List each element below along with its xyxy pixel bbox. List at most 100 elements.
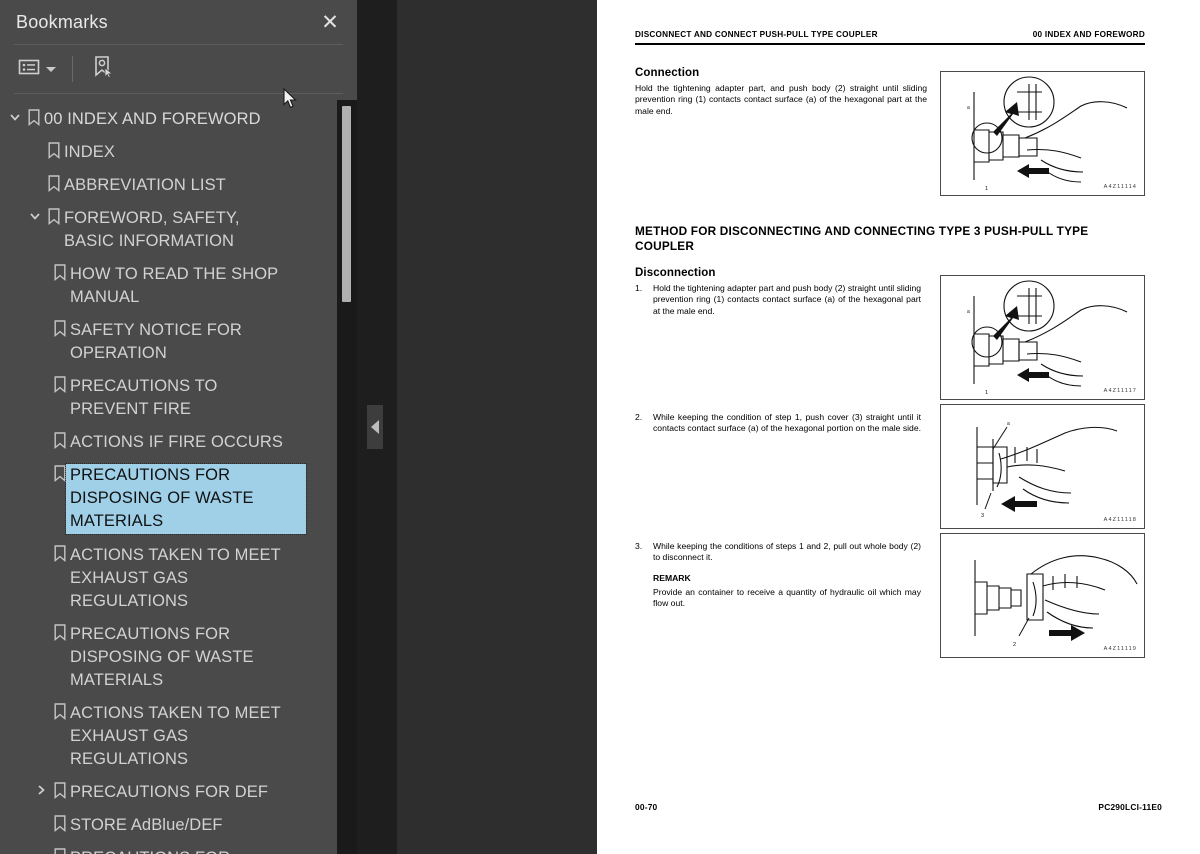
bookmarks-panel-header: Bookmarks ✕ (0, 0, 357, 44)
bookmarks-scrollbar[interactable] (337, 100, 357, 854)
bookmark-item[interactable]: PRECAUTIONS TO PREVENT FIRE (0, 370, 357, 426)
list-options-icon (18, 58, 40, 81)
step-text: While keeping the condition of step 1, p… (653, 412, 921, 434)
bookmark-icon (24, 108, 44, 126)
step-text: Hold the tightening adapter part and pus… (653, 283, 921, 316)
bookmark-label: ACTIONS TAKEN TO MEET EXHAUST GAS REGULA… (70, 704, 281, 768)
svg-text:a: a (1007, 421, 1010, 427)
model-code: PC290LCI-11E0 (1098, 802, 1162, 812)
bookmark-item[interactable]: ACTIONS TAKEN TO MEET EXHAUST GAS REGULA… (0, 697, 357, 776)
chevron-right-icon[interactable] (32, 781, 50, 796)
twisty-placeholder (6, 847, 24, 850)
figure-step-1: a 1 A4Z11117 (940, 275, 1145, 401)
bookmark-icon (50, 702, 70, 720)
twisty-placeholder (6, 814, 24, 817)
figure-connection: a 1 A4Z11114 (940, 71, 1145, 197)
bookmark-item[interactable]: INDEX (0, 136, 357, 169)
viewer-gutter (357, 0, 597, 854)
coupler-hand-diagram: a 1 (967, 280, 1128, 396)
bookmark-label: PRECAUTIONS TO PREVENT FIRE (70, 377, 218, 418)
step-number: 1. (635, 283, 643, 294)
connection-body-text: Hold the tightening adapter part, and pu… (635, 83, 927, 116)
bookmark-icon (50, 847, 70, 854)
bookmark-label: 00 INDEX AND FOREWORD (44, 110, 261, 128)
bookmark-icon (44, 207, 64, 225)
twisty-placeholder (6, 544, 24, 547)
bookmark-label: ABBREVIATION LIST (64, 176, 226, 194)
bookmark-item[interactable]: ACTIONS IF FIRE OCCURS (0, 426, 357, 459)
remark-heading: REMARK (653, 572, 691, 583)
scrollbar-thumb[interactable] (342, 106, 351, 302)
bookmark-label: PRECAUTIONS FOR DEF (70, 783, 269, 801)
figure-code: A4Z11117 (1103, 388, 1137, 395)
step-row-3: 3. While keeping the conditions of steps… (635, 533, 1145, 659)
close-icon[interactable]: ✕ (317, 9, 343, 35)
document-page: DISCONNECT AND CONNECT PUSH-PULL TYPE CO… (597, 0, 1200, 854)
bookmark-item[interactable]: STORE AdBlue/DEF (0, 809, 357, 842)
bookmark-icon (44, 141, 64, 159)
twisty-placeholder (6, 464, 24, 467)
step-row-2: 2. While keeping the condition of step 1… (635, 404, 1145, 530)
toolbar-divider-bottom (14, 93, 343, 94)
connection-block: Hold the tightening adapter part, and pu… (635, 71, 1145, 197)
bookmark-label: PRECAUTIONS FOR HANDLING HYDRAULIC EQUIP… (70, 847, 318, 854)
bookmark-item[interactable]: 00 INDEX AND FOREWORD (0, 103, 357, 136)
document-viewport[interactable]: DISCONNECT AND CONNECT PUSH-PULL TYPE CO… (597, 0, 1200, 854)
new-bookmark-button[interactable] (87, 53, 119, 86)
coupler-hand-diagram: a 1 (967, 76, 1128, 192)
step-number: 2. (635, 412, 643, 423)
svg-text:3: 3 (981, 513, 984, 519)
bookmark-label: SAFETY NOTICE FOR OPERATION (70, 321, 242, 362)
twisty-placeholder (6, 263, 24, 266)
figure-code: A4Z11119 (1103, 646, 1137, 653)
step-row-1: 1. Hold the tightening adapter part and … (635, 275, 1145, 401)
page-content: DISCONNECT AND CONNECT PUSH-PULL TYPE CO… (635, 30, 1145, 659)
chevron-down-icon (46, 66, 56, 72)
bookmark-item[interactable]: PRECAUTIONS FOR DISPOSING OF WASTE MATER… (0, 618, 357, 697)
bookmark-item[interactable]: PRECAUTIONS FOR DEF (0, 776, 357, 809)
bookmark-label: PRECAUTIONS FOR DISPOSING OF WASTE MATER… (65, 463, 307, 535)
svg-text:a: a (967, 309, 970, 315)
list-options-button[interactable] (14, 56, 60, 83)
new-bookmark-icon (91, 55, 115, 84)
bookmarks-panel-title: Bookmarks (16, 11, 108, 32)
twisty-placeholder (6, 623, 24, 626)
header-rule (635, 43, 1145, 46)
bookmark-label: STORE AdBlue/DEF (70, 816, 223, 834)
panel-collapse-handle[interactable] (367, 405, 383, 449)
bookmark-label: ACTIONS TAKEN TO MEET EXHAUST GAS REGULA… (70, 546, 281, 610)
svg-text:1: 1 (985, 390, 988, 396)
bookmark-label: FOREWORD, SAFETY, BASIC INFORMATION (64, 209, 240, 250)
bookmark-item[interactable]: ABBREVIATION LIST (0, 169, 357, 202)
figure-step-2: a 3 A4Z11118 (940, 404, 1145, 530)
header-left-text: DISCONNECT AND CONNECT PUSH-PULL TYPE CO… (635, 30, 878, 39)
chevron-down-icon[interactable] (6, 108, 24, 123)
page-number: 00-70 (635, 802, 658, 812)
bookmark-item[interactable]: HOW TO READ THE SHOP MANUAL (0, 258, 357, 314)
chevron-down-icon[interactable] (26, 207, 44, 222)
bookmark-icon (50, 814, 70, 832)
page-running-header: DISCONNECT AND CONNECT PUSH-PULL TYPE CO… (635, 30, 1145, 43)
twisty-placeholder (6, 141, 24, 144)
bookmark-label: ACTIONS IF FIRE OCCURS (70, 433, 284, 451)
page-footer: 00-70 PC290LCI-11E0 (635, 802, 1162, 812)
bookmark-icon (50, 263, 70, 281)
bookmark-item[interactable]: FOREWORD, SAFETY, BASIC INFORMATION (0, 202, 357, 258)
twisty-placeholder (6, 431, 24, 434)
triangle-left-icon (371, 420, 379, 434)
coupler-cover-diagram: a 3 (976, 421, 1118, 519)
bookmarks-panel: Bookmarks ✕ 00 INDEX AND FOREWORD INDEX … (0, 0, 357, 854)
bookmark-label: HOW TO READ THE SHOP MANUAL (70, 265, 278, 306)
twisty-placeholder (6, 319, 24, 322)
svg-text:2: 2 (1013, 642, 1016, 648)
twisty-placeholder (6, 702, 24, 705)
step-text: While keeping the conditions of steps 1 … (653, 541, 921, 563)
bookmark-item[interactable]: PRECAUTIONS FOR HANDLING HYDRAULIC EQUIP… (0, 842, 357, 854)
bookmark-item-selected[interactable]: PRECAUTIONS FOR DISPOSING OF WASTE MATER… (0, 459, 357, 539)
bookmark-item[interactable]: SAFETY NOTICE FOR OPERATION (0, 314, 357, 370)
bookmark-tree[interactable]: 00 INDEX AND FOREWORD INDEX ABBREVIATION… (0, 103, 357, 854)
bookmark-icon (50, 431, 70, 449)
bookmark-item[interactable]: ACTIONS TAKEN TO MEET EXHAUST GAS REGULA… (0, 539, 357, 618)
svg-text:1: 1 (985, 186, 988, 192)
coupler-pullout-diagram: 2 (974, 555, 1138, 648)
